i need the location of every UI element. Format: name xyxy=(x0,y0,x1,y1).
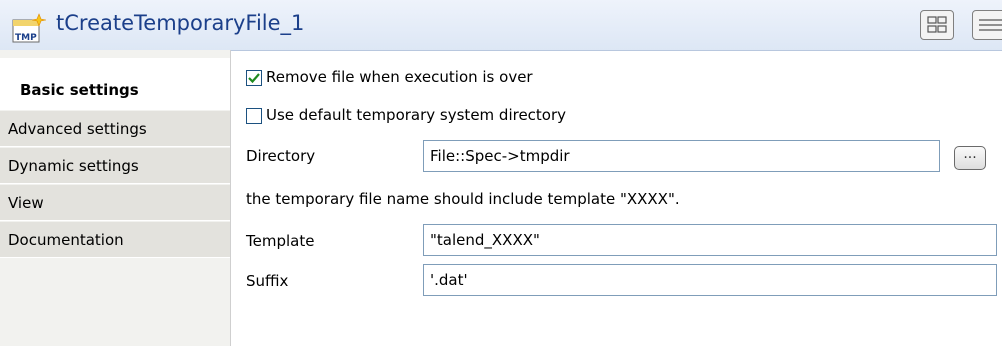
list-view-icon xyxy=(979,19,1002,31)
icon-label: TMP xyxy=(15,33,37,43)
template-field[interactable]: "talend_XXXX" xyxy=(423,224,997,256)
tab-documentation[interactable]: Documentation xyxy=(0,222,230,258)
template-note: the temporary file name should include t… xyxy=(246,190,680,208)
check-mark-icon xyxy=(248,73,260,84)
component-title: tCreateTemporaryFile_1 xyxy=(56,11,305,35)
remove-file-label: Remove file when execution is over xyxy=(266,68,533,86)
tab-dynamic-settings[interactable]: Dynamic settings xyxy=(0,148,230,184)
settings-tab-list: Basic settings Advanced settings Dynamic… xyxy=(0,50,231,346)
remove-file-checkbox[interactable] xyxy=(246,70,262,86)
tab-basic-settings[interactable]: Basic settings xyxy=(0,58,230,110)
tab-view[interactable]: View xyxy=(0,185,230,221)
use-default-dir-label: Use default temporary system directory xyxy=(266,106,567,124)
temporary-file-icon: TMP xyxy=(12,13,46,43)
grid-view-icon xyxy=(927,16,947,33)
suffix-field[interactable]: '.dat' xyxy=(423,264,997,296)
template-label: Template xyxy=(246,232,315,250)
tab-advanced-settings[interactable]: Advanced settings xyxy=(0,111,230,147)
grid-view-button[interactable] xyxy=(920,10,954,40)
directory-browse-button[interactable]: ... xyxy=(954,146,986,170)
directory-label: Directory xyxy=(246,147,316,165)
component-title-bar: TMP tCreateTemporaryFile_1 xyxy=(0,0,1002,51)
directory-field[interactable]: File::Spec->tmpdir xyxy=(423,140,940,172)
list-view-button[interactable] xyxy=(972,10,1002,40)
use-default-dir-checkbox[interactable] xyxy=(246,108,262,124)
suffix-label: Suffix xyxy=(246,272,289,290)
